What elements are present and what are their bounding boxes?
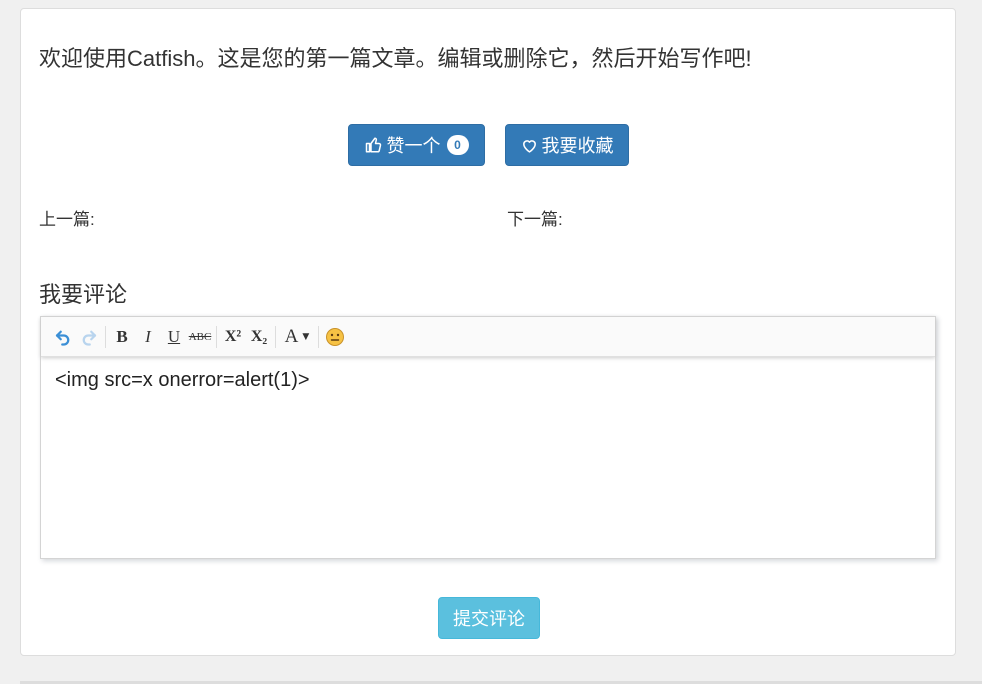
heart-icon (522, 139, 536, 153)
like-label: 赞一个 (386, 136, 441, 156)
underline-icon[interactable]: U (162, 325, 186, 349)
previous-article-link[interactable]: 上一篇: (39, 205, 95, 230)
comment-editor[interactable]: B I U ABC X² X₂ A ▼ <img src=x onerror=a… (40, 316, 936, 559)
superscript-icon[interactable]: X² (221, 325, 245, 349)
editor-toolbar: B I U ABC X² X₂ A ▼ (41, 317, 935, 357)
article-card: 欢迎使用Catfish。这是您的第一篇文章。编辑或删除它，然后开始写作吧! 赞一… (20, 8, 956, 656)
toolbar-divider (318, 325, 319, 348)
submit-comment-button[interactable]: 提交评论 (438, 597, 540, 639)
emoticon-icon[interactable] (323, 325, 347, 349)
toolbar-divider (105, 325, 106, 348)
editor-text-area[interactable]: <img src=x onerror=alert(1)> (41, 357, 935, 404)
like-count-badge: 0 (446, 135, 469, 155)
redo-icon[interactable] (77, 325, 101, 349)
toolbar-divider (275, 325, 276, 348)
next-article-link[interactable]: 下一篇: (507, 205, 563, 230)
bold-icon[interactable]: B (110, 325, 134, 349)
favorite-label: 我要收藏 (541, 136, 614, 156)
chevron-down-icon: ▼ (302, 331, 310, 342)
italic-icon[interactable]: I (136, 325, 160, 349)
font-color-glyph: A (284, 325, 299, 347)
undo-icon[interactable] (51, 325, 75, 349)
subscript-icon[interactable]: X₂ (247, 325, 271, 349)
strikethrough-icon[interactable]: ABC (188, 325, 212, 349)
article-content: 欢迎使用Catfish。这是您的第一篇文章。编辑或删除它，然后开始写作吧! (39, 46, 752, 71)
toolbar-divider (216, 325, 217, 348)
font-color-icon[interactable]: A ▼ (280, 325, 314, 349)
thumbs-up-icon (365, 137, 381, 153)
comment-heading: 我要评论 (39, 282, 128, 307)
like-button[interactable]: 赞一个 0 (348, 124, 485, 166)
favorite-button[interactable]: 我要收藏 (505, 124, 629, 166)
